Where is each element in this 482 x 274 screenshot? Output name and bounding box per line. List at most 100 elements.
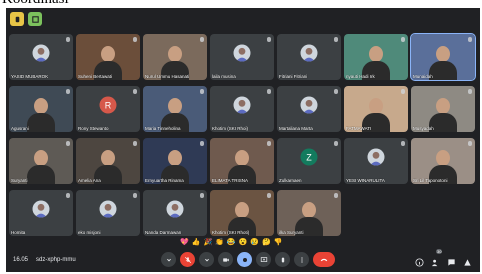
avatar [166,200,184,218]
mic-muted-icon [200,37,204,42]
participant-grid: YASID MUBAROK Suheni Bertawati Nurul Ummu … [9,33,477,239]
reaction-emoji[interactable]: 🤔 [262,239,271,247]
side-panel-icons: 30 [415,249,472,267]
participant-tile[interactable]: Munaidah [410,33,476,81]
participant-tile[interactable]: Ernyuartha Rinama [143,138,207,184]
mic-muted-icon [133,89,137,94]
effects-button[interactable] [237,252,252,267]
participant-tile[interactable]: Sri Lil Taponotoni [411,138,475,184]
meeting-code: sdz-xphp-mmu [36,257,76,263]
participant-name: Nurul Ummu Hasanati [145,74,190,79]
participant-tile[interactable]: Khotim (SKI Rhoti) [210,190,274,236]
hand-icon[interactable] [10,12,24,26]
avatar [233,96,251,114]
participant-name: ELIMATA TRISNA [212,178,249,183]
present-button[interactable] [256,252,271,267]
camera-button[interactable] [218,252,233,267]
reaction-emoji[interactable]: 👍 [192,239,201,247]
activities-icon[interactable] [463,254,472,266]
participant-tile[interactable]: Z Zulkarnaen [277,138,341,184]
leave-call-button[interactable] [313,252,335,267]
more-actions-button[interactable] [294,252,309,267]
participant-tile[interactable]: YASID MUBAROK [9,34,73,80]
participant-tile[interactable]: Agusrani [9,86,73,132]
participant-tile[interactable]: FATMAWATI [344,86,408,132]
document-caption-strip: Koordinasi [0,0,482,8]
avatar [32,44,50,62]
people-icon[interactable]: 30 [431,249,443,267]
participant-count-badge: 30 [436,249,443,254]
mic-muted-icon [66,193,70,198]
mic-muted-icon [133,193,137,198]
avatar [367,148,385,166]
participant-name: Agusrani [11,126,29,131]
bottom-control-bar: 16.05 sdz-xphp-mmu 30 [6,249,480,272]
mic-muted-icon [334,89,338,94]
participant-name: Ernyuartha Rinama [145,178,184,183]
mic-muted-icon [401,37,405,42]
participant-tile[interactable]: Nanda Darmawan [143,190,207,236]
participant-name: YASID MUBAROK [11,74,49,79]
participant-tile[interactable]: ELIMATA TRISNA [210,138,274,184]
info-icon[interactable] [415,254,424,267]
participant-name: eko misjoni [78,230,101,235]
reaction-emoji[interactable]: 😮 [239,239,248,247]
mic-muted-icon [200,89,204,94]
reaction-emoji[interactable]: 😂 [227,239,236,247]
participant-name: Munaidah [413,74,433,79]
meeting-time: 16.05 [13,257,29,263]
participant-tile[interactable]: Fitriani Fitriani [277,34,341,80]
more-options-button[interactable] [161,252,176,267]
mic-muted-icon [334,141,338,146]
chat-icon[interactable] [447,254,456,266]
microphone-button[interactable] [180,252,195,267]
participant-name: Sri Lil Taponotoni [413,178,448,183]
mic-muted-icon [468,89,472,94]
mic-muted-icon [267,37,271,42]
mic-muted-icon [66,37,70,42]
layout-icon[interactable] [28,12,42,26]
participant-name: Khotim (SKI Rhoti) [212,230,250,235]
avatar: Z [300,148,318,166]
top-toolbar [10,12,42,26]
raise-hand-button[interactable] [275,252,290,267]
participant-name: Musyadah [413,126,434,131]
participant-name: Martaliana Marta [279,126,313,131]
reaction-emoji[interactable]: 💖 [180,239,189,247]
mic-muted-icon [267,89,271,94]
mic-muted-icon [200,141,204,146]
participant-tile[interactable]: Homita [9,190,73,236]
participant-tile[interactable]: Suryanti [9,138,73,184]
participant-name: Suryanti [11,178,28,183]
participant-tile[interactable]: Martaliana Marta [277,86,341,132]
camera-options-button[interactable] [199,252,214,267]
participant-tile[interactable]: Maria Tinneholina [143,86,207,132]
mic-muted-icon [401,141,405,146]
avatar: R [99,96,117,114]
mic-muted-icon [267,141,271,146]
mic-muted-icon [133,141,137,146]
participant-tile[interactable]: ilka Suryanti [277,190,341,236]
participant-tile[interactable]: YESI WINARULITA [344,138,408,184]
mic-muted-icon [468,37,472,42]
reaction-emoji[interactable]: 👏 [215,239,224,247]
participant-tile[interactable]: eko misjoni [76,190,140,236]
participant-name: nyauti Hadi Irk [346,74,375,79]
participant-tile[interactable]: Nurul Ummu Hasanati [143,34,207,80]
participant-tile[interactable]: Suheni Bertawati [76,34,140,80]
mic-muted-icon [334,37,338,42]
caption-fragment: Koordinasi [2,0,69,8]
participant-tile[interactable]: R Rony Stewanto [76,86,140,132]
reaction-emoji[interactable]: 😢 [250,239,259,247]
participant-tile[interactable]: nyauti Hadi Irk [344,34,408,80]
participant-tile[interactable]: Musyadah [411,86,475,132]
reaction-emoji[interactable]: 🎉 [203,239,212,247]
participant-name: Suheni Bertawati [78,74,113,79]
participant-name: YESI WINARULITA [346,178,385,183]
participant-tile[interactable]: laila musina [210,34,274,80]
participant-tile[interactable]: Amelia Ana [76,138,140,184]
participant-name: FATMAWATI [346,126,372,131]
reaction-emoji[interactable]: 👎 [274,239,283,247]
mic-muted-icon [334,193,338,198]
participant-tile[interactable]: Khotim (SKI Rhoi) [210,86,274,132]
